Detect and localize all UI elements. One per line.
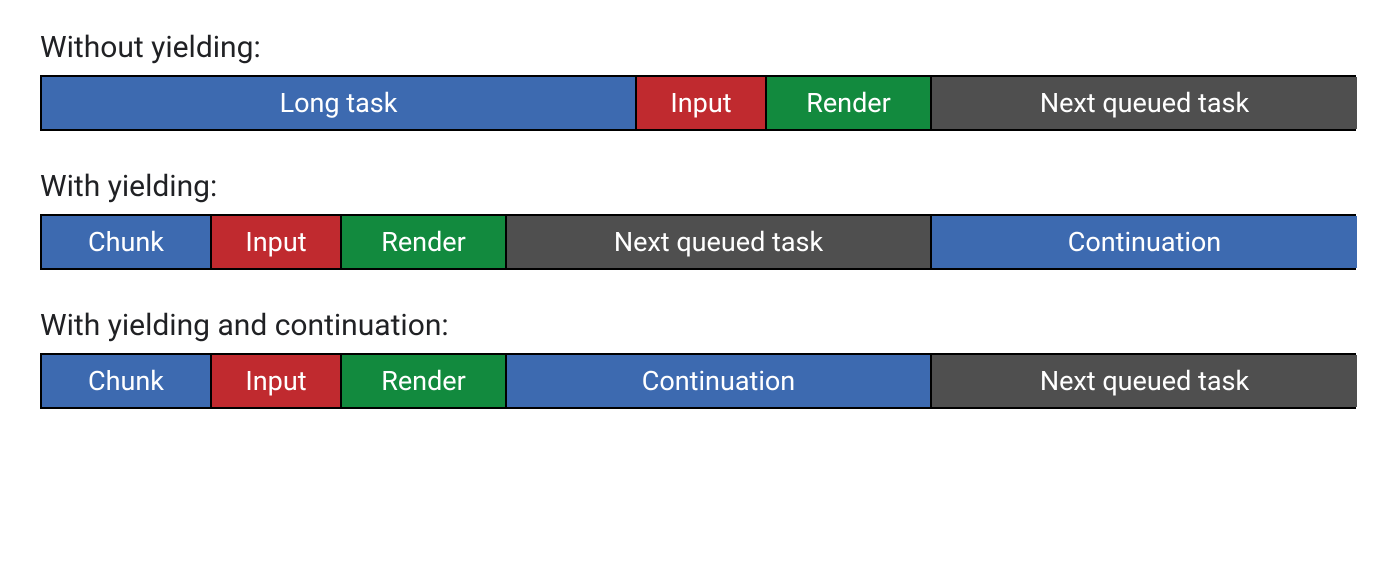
section: With yielding and continuation: ChunkInpu…	[40, 308, 1356, 409]
diagram-root: Without yielding:Long taskInputRenderNex…	[40, 30, 1356, 409]
section-title: With yielding and continuation:	[40, 308, 1356, 343]
task-bar: ChunkInputRenderNext queued taskContinua…	[40, 214, 1356, 270]
segment-next-queued-task: Next queued task	[932, 77, 1357, 129]
segment-continuation: Continuation	[507, 355, 932, 407]
segment-render: Render	[767, 77, 932, 129]
section: With yielding: ChunkInputRenderNext queue…	[40, 169, 1356, 270]
section: Without yielding: Long taskInputRenderNex…	[40, 30, 1356, 131]
segment-chunk: Chunk	[42, 216, 212, 268]
segment-input: Input	[212, 355, 342, 407]
segment-next-queued-task: Next queued task	[507, 216, 932, 268]
segment-input: Input	[212, 216, 342, 268]
segment-chunk: Chunk	[42, 355, 212, 407]
section-title: Without yielding:	[40, 30, 1356, 65]
section-title: With yielding:	[40, 169, 1356, 204]
segment-render: Render	[342, 355, 507, 407]
task-bar: ChunkInputRenderContinuationNext queued …	[40, 353, 1356, 409]
segment-continuation: Continuation	[932, 216, 1357, 268]
segment-long-task: Long task	[42, 77, 637, 129]
segment-next-queued-task: Next queued task	[932, 355, 1357, 407]
task-bar: Long taskInputRenderNext queued task	[40, 75, 1356, 131]
segment-input: Input	[637, 77, 767, 129]
segment-render: Render	[342, 216, 507, 268]
